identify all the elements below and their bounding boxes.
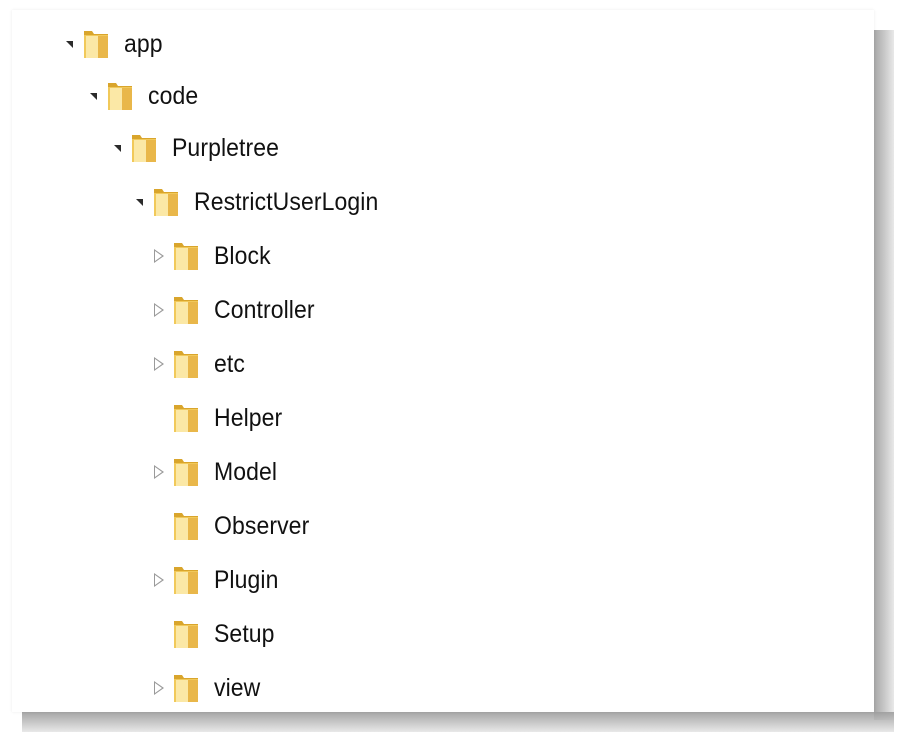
collapsed-arrow-icon [154, 357, 164, 371]
folder-icon [174, 351, 198, 378]
expand-toggle-empty [150, 614, 168, 654]
folder-icon [84, 31, 108, 58]
expand-toggle[interactable] [130, 182, 148, 222]
collapsed-arrow-icon [154, 465, 164, 479]
panel-shadow-right [874, 30, 894, 720]
folder-tree: app code Purpletree RestrictUserLogin Bl… [12, 10, 874, 712]
tree-item-model[interactable]: Model [150, 452, 283, 492]
tree-item-block[interactable]: Block [150, 236, 276, 276]
expanded-arrow-icon [89, 92, 97, 100]
expanded-arrow-icon [65, 40, 73, 48]
expand-toggle[interactable] [84, 76, 102, 116]
tree-item-setup[interactable]: Setup [150, 614, 280, 654]
folder-icon [174, 405, 198, 432]
window-frame: app code Purpletree RestrictUserLogin Bl… [0, 0, 902, 751]
tree-item-controller[interactable]: Controller [150, 290, 323, 330]
folder-icon [174, 243, 198, 270]
collapsed-arrow-icon [154, 303, 164, 317]
collapsed-arrow-icon [154, 249, 164, 263]
panel-shadow-bottom [22, 712, 894, 732]
expand-toggle[interactable] [150, 236, 168, 276]
tree-item-view[interactable]: view [150, 668, 264, 708]
tree-item-label: code [148, 81, 199, 110]
expanded-arrow-icon [135, 198, 143, 206]
folder-icon [174, 513, 198, 540]
tree-item-label: Setup [214, 619, 275, 648]
collapsed-arrow-icon [154, 681, 164, 695]
tree-item-restrictuserlogin[interactable]: RestrictUserLogin [130, 182, 394, 222]
collapsed-arrow-icon [154, 573, 164, 587]
tree-item-app[interactable]: app [60, 24, 166, 64]
tree-item-observer[interactable]: Observer [150, 506, 318, 546]
tree-item-label: Observer [214, 511, 310, 540]
tree-item-label: Controller [214, 295, 315, 324]
folder-icon [174, 621, 198, 648]
expand-toggle[interactable] [150, 560, 168, 600]
folder-icon [174, 675, 198, 702]
tree-item-helper[interactable]: Helper [150, 398, 288, 438]
expand-toggle-empty [150, 506, 168, 546]
tree-item-plugin[interactable]: Plugin [150, 560, 284, 600]
tree-item-etc[interactable]: etc [150, 344, 248, 384]
tree-item-label: etc [214, 349, 245, 378]
expand-toggle[interactable] [150, 344, 168, 384]
tree-item-label: Purpletree [172, 133, 280, 162]
expand-toggle[interactable] [60, 24, 78, 64]
folder-icon [132, 135, 156, 162]
folder-tree-panel: app code Purpletree RestrictUserLogin Bl… [12, 10, 874, 712]
expand-toggle[interactable] [150, 290, 168, 330]
expand-toggle-empty [150, 398, 168, 438]
tree-item-label: Plugin [214, 565, 279, 594]
tree-item-label: Helper [214, 403, 283, 432]
expanded-arrow-icon [113, 144, 121, 152]
expand-toggle[interactable] [150, 668, 168, 708]
tree-item-label: view [214, 673, 261, 702]
tree-item-label: RestrictUserLogin [194, 187, 379, 216]
folder-icon [174, 567, 198, 594]
folder-icon [154, 189, 178, 216]
tree-item-label: Model [214, 457, 278, 486]
expand-toggle[interactable] [150, 452, 168, 492]
folder-icon [174, 297, 198, 324]
folder-icon [174, 459, 198, 486]
tree-item-purpletree[interactable]: Purpletree [108, 128, 288, 168]
tree-item-code[interactable]: code [84, 76, 203, 116]
folder-icon [108, 83, 132, 110]
expand-toggle[interactable] [108, 128, 126, 168]
tree-item-label: app [124, 29, 163, 58]
tree-item-label: Block [214, 241, 271, 270]
